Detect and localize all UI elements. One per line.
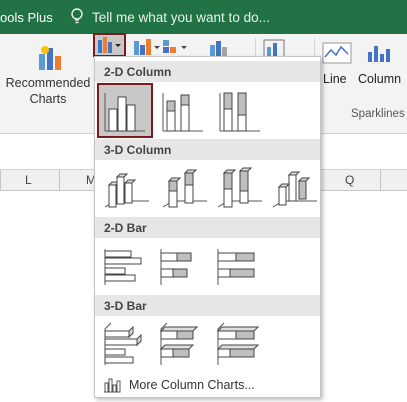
tell-me-search[interactable]: Tell me what you want to do... — [92, 10, 270, 25]
hierarchy-chart-icon[interactable] — [160, 37, 190, 57]
stacked-bar-icon — [160, 249, 192, 285]
3d-stacked-column-icon — [162, 169, 207, 208]
3d-clustered-column-icon — [104, 173, 149, 208]
100-stacked-bar-icon — [217, 249, 255, 285]
stacked-bar-option[interactable] — [157, 241, 209, 293]
3d-stacked-bar-option[interactable] — [157, 319, 209, 371]
3d-clustered-column-option[interactable] — [101, 163, 153, 215]
3d-100-stacked-bar-option[interactable] — [214, 319, 266, 371]
3d-100-stacked-bar-icon — [216, 322, 260, 365]
clustered-bar-icon — [104, 249, 142, 285]
title-bar: ools Plus Tell me what you want to do... — [0, 0, 407, 34]
column-sparkline-button[interactable]: Column — [358, 72, 401, 86]
tools-plus-tab[interactable]: ools Plus — [0, 10, 53, 25]
column-divider — [0, 170, 1, 191]
section-3d-column: 3-D Column — [95, 139, 320, 160]
100-stacked-column-icon — [219, 92, 260, 132]
3d-clustered-bar-icon — [104, 322, 142, 365]
column-header-l[interactable]: L — [25, 173, 32, 187]
3d-clustered-bar-option[interactable] — [101, 319, 153, 371]
recommended-label-line1: Recommended — [5, 76, 91, 90]
sparklines-group-label: Sparklines — [351, 108, 405, 120]
3d-stacked-bar-icon — [159, 322, 199, 365]
more-column-charts-link[interactable]: More Column Charts... — [99, 375, 317, 395]
stacked-column-icon — [162, 93, 203, 132]
section-3d-bar: 3-D Bar — [95, 295, 320, 316]
3d-stacked-column-option[interactable] — [159, 163, 211, 215]
recommended-label-line2: Charts — [29, 92, 67, 106]
clustered-column-icon — [104, 93, 145, 132]
recommended-charts-icon — [39, 46, 61, 70]
clustered-bar-option[interactable] — [101, 241, 153, 293]
column-divider — [380, 170, 381, 191]
3d-column-option[interactable] — [269, 163, 321, 215]
section-2d-column: 2-D Column — [95, 61, 320, 82]
bar-chart-dropdown-icon[interactable] — [132, 37, 162, 57]
column-chart-dropdown: 2-D Column 3-D Column 2-D Bar 3-D Bar Mo… — [94, 56, 321, 398]
section-2d-bar: 2-D Bar — [95, 217, 320, 238]
line-sparkline-icon[interactable] — [322, 42, 352, 64]
100-stacked-column-option[interactable] — [214, 85, 266, 137]
100-stacked-bar-option[interactable] — [214, 241, 266, 293]
recommended-charts-button[interactable]: Recommended Charts — [0, 38, 96, 118]
more-charts-icon — [104, 378, 121, 393]
line-sparkline-button[interactable]: Line — [323, 72, 347, 86]
column-sparkline-icon[interactable] — [366, 42, 394, 64]
column-header-q[interactable]: Q — [345, 173, 354, 187]
3d-column-icon — [272, 171, 317, 208]
3d-100-stacked-column-icon — [217, 167, 262, 208]
more-column-charts-label: More Column Charts... — [129, 378, 255, 392]
stacked-column-option[interactable] — [157, 85, 209, 137]
column-divider — [59, 170, 60, 191]
3d-100-stacked-column-option[interactable] — [214, 163, 266, 215]
insert-column-chart-button[interactable] — [93, 33, 126, 57]
lightbulb-icon — [71, 8, 83, 24]
column-chart-dropdown-icon — [98, 37, 121, 53]
clustered-column-option[interactable] — [97, 83, 153, 138]
